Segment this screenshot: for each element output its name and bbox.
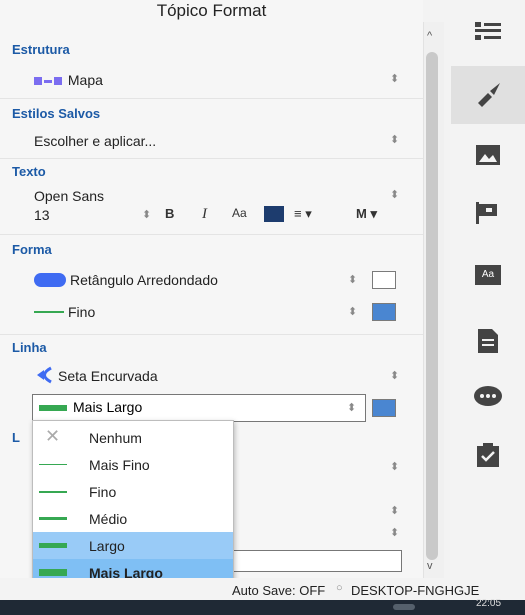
scroll-up-icon[interactable]: ^: [427, 30, 432, 42]
curved-arrow-icon: [37, 366, 52, 384]
line-width-dropdown[interactable]: Mais Largo ⬍: [32, 394, 366, 422]
scrollbar-thumb[interactable]: [426, 52, 438, 560]
border-color-swatch[interactable]: [372, 303, 396, 321]
line-color-swatch[interactable]: [372, 399, 396, 417]
menu-item-largo[interactable]: Largo: [33, 532, 233, 559]
structure-updown-icon[interactable]: ⬍: [390, 72, 399, 85]
line-width-updown-icon[interactable]: ⬍: [347, 401, 356, 414]
line-sample-icon: [39, 464, 67, 465]
line-sample-icon: [39, 543, 67, 548]
shape-updown-icon[interactable]: ⬍: [348, 273, 357, 286]
paint-brush-icon[interactable]: [451, 66, 525, 124]
note-icon[interactable]: [451, 312, 525, 370]
comment-icon[interactable]: [451, 368, 525, 426]
font-size-select[interactable]: 13: [34, 207, 50, 223]
section-partial-heading: L: [12, 430, 20, 445]
structure-value: Mapa: [67, 72, 103, 88]
menu-item-fino[interactable]: Fino: [33, 478, 233, 505]
connection-dot-icon: ○: [336, 582, 343, 594]
hidden-row-updown-icon-2[interactable]: ⬍: [390, 504, 399, 517]
text-color-swatch[interactable]: [264, 206, 284, 222]
menu-item-label: Largo: [89, 538, 125, 554]
section-texto-heading: Texto: [12, 164, 46, 179]
status-bar: Auto Save: OFF ○ DESKTOP-FNGHGJE: [0, 578, 525, 600]
menu-item-label: Fino: [89, 484, 117, 500]
line-style-updown-icon[interactable]: ⬍: [390, 369, 399, 382]
machine-name: DESKTOP-FNGHGJE: [351, 583, 480, 598]
format-list-icon[interactable]: [451, 2, 525, 60]
shape-fill-swatch[interactable]: [372, 271, 396, 289]
font-family-updown-icon[interactable]: ⬍: [390, 188, 399, 201]
flag-icon[interactable]: [451, 184, 525, 242]
autosave-status[interactable]: Auto Save: OFF: [232, 583, 325, 598]
menu-item-mais-fino[interactable]: Mais Fino: [33, 451, 233, 478]
line-width-value: Mais Largo: [73, 399, 143, 415]
hidden-row-updown-icon[interactable]: ⬍: [390, 460, 399, 473]
menu-item-nenhum[interactable]: ✕ Nenhum: [33, 424, 233, 451]
italic-button[interactable]: I: [202, 206, 207, 223]
border-updown-icon[interactable]: ⬍: [348, 305, 357, 318]
line-sample-icon: [39, 569, 67, 576]
menu-item-label: Nenhum: [89, 430, 142, 446]
image-icon[interactable]: [451, 126, 525, 184]
rounded-rect-icon: [34, 273, 66, 287]
paint-brush-icon-svg: [478, 83, 500, 107]
border-select[interactable]: Fino: [68, 304, 95, 320]
thick-line-icon: [39, 405, 67, 411]
section-estrutura-heading: Estrutura: [12, 42, 70, 57]
taskbar-indicator: [393, 604, 415, 610]
clock: 22:05: [476, 598, 502, 609]
image-icon-svg: [476, 145, 500, 165]
comment-icon-svg: [474, 386, 502, 406]
menu-item-label: Médio: [89, 511, 128, 527]
text-box-icon[interactable]: Aa: [451, 246, 525, 304]
divider: [0, 334, 423, 335]
line-sample-icon: [39, 491, 67, 493]
divider: [0, 158, 423, 159]
thin-line-icon: [34, 311, 64, 313]
hidden-row-updown-icon-3[interactable]: ⬍: [390, 526, 399, 539]
panel-title: Tópico Format: [156, 1, 267, 20]
bold-button[interactable]: B: [165, 206, 174, 221]
text-case-button[interactable]: Aa: [232, 206, 247, 220]
font-size-updown-icon[interactable]: ⬍: [142, 208, 151, 221]
scroll-down-icon[interactable]: v: [427, 560, 433, 572]
hidden-text-input[interactable]: [230, 550, 402, 572]
right-sidebar: Aa: [451, 0, 525, 600]
font-family-select[interactable]: Open Sans: [34, 188, 104, 204]
text-box-icon-glyph: Aa: [475, 265, 501, 285]
note-icon-svg: [478, 329, 498, 353]
line-width-menu: ✕ Nenhum Mais Fino Fino Médio Largo Mais…: [32, 420, 234, 590]
map-structure-icon: [34, 77, 62, 86]
menu-item-medio[interactable]: Médio: [33, 505, 233, 532]
task-icon[interactable]: [451, 426, 525, 484]
saved-styles-updown-icon[interactable]: ⬍: [390, 133, 399, 146]
x-icon: ✕: [45, 426, 61, 446]
menu-item-label: Mais Fino: [89, 457, 150, 473]
font-weight-button[interactable]: M ▾: [356, 206, 377, 222]
section-estilos-heading: Estilos Salvos: [12, 106, 101, 121]
align-icon[interactable]: ≡ ▾: [294, 206, 312, 222]
format-list-icon-svg: [475, 22, 501, 40]
divider: [0, 98, 423, 99]
taskbar: 22:05: [0, 598, 525, 615]
task-icon-svg: [477, 443, 499, 467]
section-linha-heading: Linha: [12, 340, 47, 355]
flag-icon-svg: [476, 202, 497, 224]
structure-select[interactable]: Mapa: [34, 72, 103, 88]
font-weight-label: M: [356, 206, 367, 221]
shape-select[interactable]: Retângulo Arredondado: [70, 272, 218, 288]
divider: [0, 234, 423, 235]
section-forma-heading: Forma: [12, 242, 52, 257]
line-style-select[interactable]: Seta Encurvada: [58, 368, 158, 384]
line-sample-icon: [39, 517, 67, 520]
saved-styles-select[interactable]: Escolher e aplicar...: [34, 133, 156, 149]
